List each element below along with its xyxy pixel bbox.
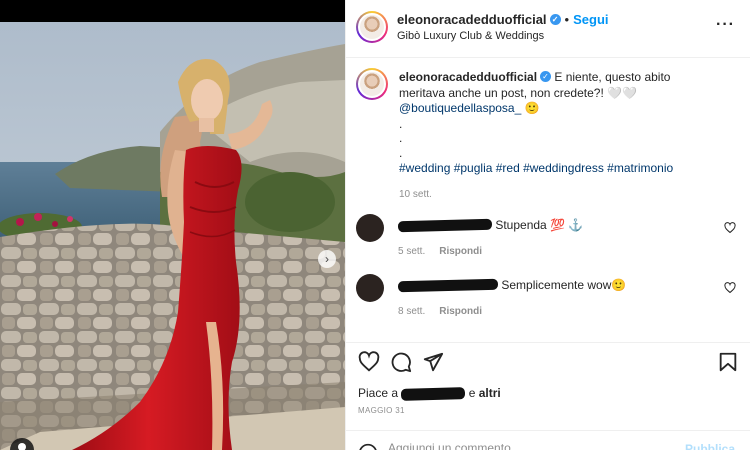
reply-button[interactable]: Rispondi	[439, 246, 482, 257]
redacted-username	[401, 386, 466, 401]
caption-username[interactable]: eleonoracadedduofficial	[399, 70, 537, 84]
post-header: eleonoracadedduofficial ✓ • Segui Gibò Luxu…	[346, 0, 750, 58]
follow-button[interactable]: Segui	[573, 12, 608, 27]
caption-mention[interactable]: @boutiquedellasposa_	[399, 101, 521, 115]
comment-text: Semplicemente wow🙂	[501, 278, 627, 292]
post-location[interactable]: Gibò Luxury Club & Weddings	[397, 30, 544, 42]
likes-prefix: Piace a	[358, 386, 399, 400]
comment-time[interactable]: 5 sett.	[398, 246, 425, 257]
commenter-avatar[interactable]	[356, 214, 384, 242]
post-photo	[0, 22, 345, 450]
author-avatar[interactable]	[356, 11, 388, 43]
chevron-right-icon: ›	[325, 252, 329, 266]
comment-meta: 5 sett. Rispondi	[398, 246, 482, 257]
share-icon[interactable]	[422, 351, 444, 373]
separator: •	[564, 12, 570, 27]
publish-button[interactable]: Pubblica	[685, 442, 735, 450]
comment-input[interactable]	[388, 441, 678, 450]
likes-suffix: e	[468, 386, 476, 400]
likes-others[interactable]: altri	[479, 386, 501, 400]
post-details-panel: eleonoracadedduofficial ✓ • Segui Gibò Luxu…	[345, 0, 750, 450]
heart-icon[interactable]	[724, 282, 736, 294]
caption-mention-emoji: 🙂	[524, 101, 540, 115]
post-actions	[346, 342, 750, 380]
author-line: eleonoracadedduofficial ✓ • Segui	[397, 12, 609, 27]
add-comment-bar: Pubblica	[346, 430, 750, 450]
more-options-icon[interactable]: ···	[716, 16, 735, 34]
caption-time[interactable]: 10 sett.	[399, 187, 709, 203]
verified-badge-icon: ✓	[549, 14, 561, 26]
caption-dot: .	[399, 145, 403, 160]
comments-section[interactable]: eleonoracadedduofficial ✓ E niente, quest…	[346, 58, 750, 342]
comment-text: Stupenda 💯 ⚓	[495, 218, 584, 232]
likes-summary[interactable]: Piace a e altri	[358, 386, 501, 401]
emoji-icon[interactable]	[358, 443, 378, 450]
carousel-next-button[interactable]: ›	[318, 250, 336, 268]
caption-hashtags[interactable]: #wedding #puglia #red #weddingdress #mat…	[399, 161, 709, 177]
redacted-username	[397, 219, 493, 233]
reply-button[interactable]: Rispondi	[439, 306, 482, 317]
post-date[interactable]: MAGGIO 31	[358, 406, 405, 415]
caption-dot: .	[399, 116, 403, 131]
bookmark-icon[interactable]	[717, 351, 739, 373]
caption-avatar[interactable]	[356, 68, 388, 100]
comment-text-line: Semplicemente wow🙂	[397, 278, 627, 293]
caption-dot: .	[399, 131, 403, 145]
post-media[interactable]: ›	[0, 22, 345, 450]
author-username[interactable]: eleonoracadedduofficial	[397, 12, 547, 27]
redacted-username	[397, 279, 499, 293]
comment-icon[interactable]	[390, 351, 412, 373]
caption-text: eleonoracadedduofficial ✓ E niente, quest…	[399, 70, 709, 202]
verified-badge-icon: ✓	[540, 71, 552, 83]
post-modal: › eleonoracadedduofficial ✓ • Segui Gibò Lu…	[0, 0, 750, 450]
comment-time[interactable]: 8 sett.	[398, 306, 425, 317]
heart-icon[interactable]	[724, 222, 736, 234]
heart-icon[interactable]	[358, 351, 380, 373]
commenter-avatar[interactable]	[356, 274, 384, 302]
comment-text-line: Stupenda 💯 ⚓	[397, 218, 584, 233]
comment-meta: 8 sett. Rispondi	[398, 306, 482, 317]
